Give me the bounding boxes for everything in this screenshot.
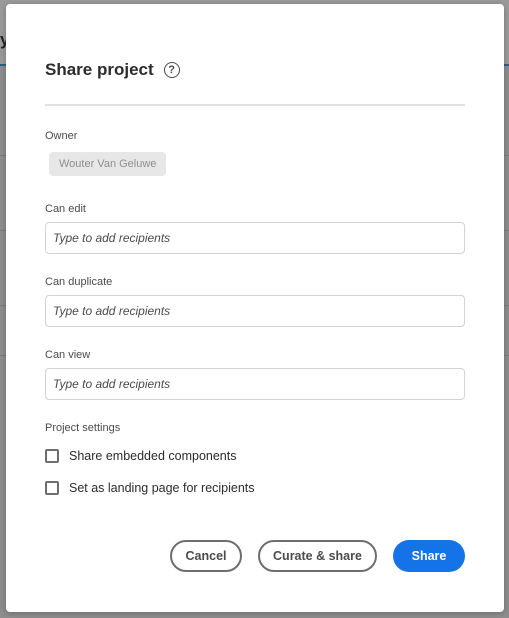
share-embedded-components-checkbox[interactable]	[45, 449, 59, 463]
can-view-input[interactable]	[45, 368, 465, 400]
owner-chip: Wouter Van Geluwe	[49, 152, 167, 176]
can-edit-label: Can edit	[45, 203, 86, 215]
landing-page-checkbox[interactable]	[45, 481, 59, 495]
can-edit-input[interactable]	[45, 222, 465, 254]
help-circle-icon[interactable]: ?	[163, 62, 180, 78]
share-button[interactable]: Share	[393, 540, 465, 572]
can-duplicate-input[interactable]	[45, 295, 465, 327]
cancel-button[interactable]: Cancel	[170, 540, 242, 572]
can-duplicate-label: Can duplicate	[45, 276, 113, 288]
checkbox-label: Set as landing page for recipients	[69, 481, 255, 495]
can-view-label: Can view	[45, 349, 91, 361]
owner-label: Owner	[45, 130, 78, 142]
share-embedded-components-option[interactable]: Share embedded components	[45, 449, 236, 463]
project-settings-label: Project settings	[45, 422, 121, 434]
landing-page-option[interactable]: Set as landing page for recipients	[45, 481, 255, 495]
dialog-header: Share project ?	[45, 60, 180, 80]
checkbox-label: Share embedded components	[69, 449, 237, 463]
curate-share-button[interactable]: Curate & share	[258, 540, 377, 572]
share-project-dialog: Share project ? Owner Wouter Van Geluwe …	[6, 4, 504, 612]
dialog-title: Share project	[45, 60, 154, 79]
header-divider	[45, 104, 465, 106]
